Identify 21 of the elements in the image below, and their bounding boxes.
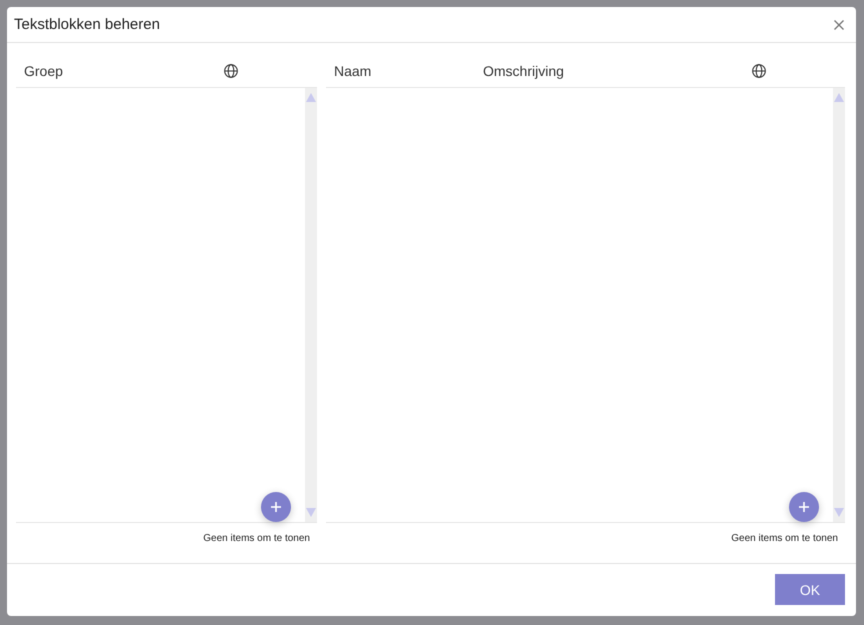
ok-button[interactable]: OK [775,574,845,605]
dialog-title: Tekstblokken beheren [14,16,160,33]
scrollbar-track[interactable] [305,88,317,522]
scroll-down-arrow-icon[interactable] [834,508,844,517]
add-button[interactable] [261,492,291,522]
close-button[interactable] [834,20,844,30]
close-icon [834,20,844,30]
column-header[interactable]: Groep [24,63,63,79]
column-header[interactable]: Omschrijving [483,63,564,79]
scroll-up-arrow-icon[interactable] [834,93,844,102]
scroll-down-arrow-icon[interactable] [306,508,316,517]
scroll-up-arrow-icon[interactable] [306,93,316,102]
globe-icon[interactable] [224,64,238,78]
scrollbar-track[interactable] [833,88,845,522]
plus-icon [799,502,809,512]
globe-icon[interactable] [752,64,766,78]
empty-list-message: Geen items om te tonen [203,533,310,544]
column-header[interactable]: Naam [334,63,372,79]
add-button[interactable] [789,492,819,522]
plus-icon [271,502,281,512]
empty-list-message: Geen items om te tonen [731,533,838,544]
